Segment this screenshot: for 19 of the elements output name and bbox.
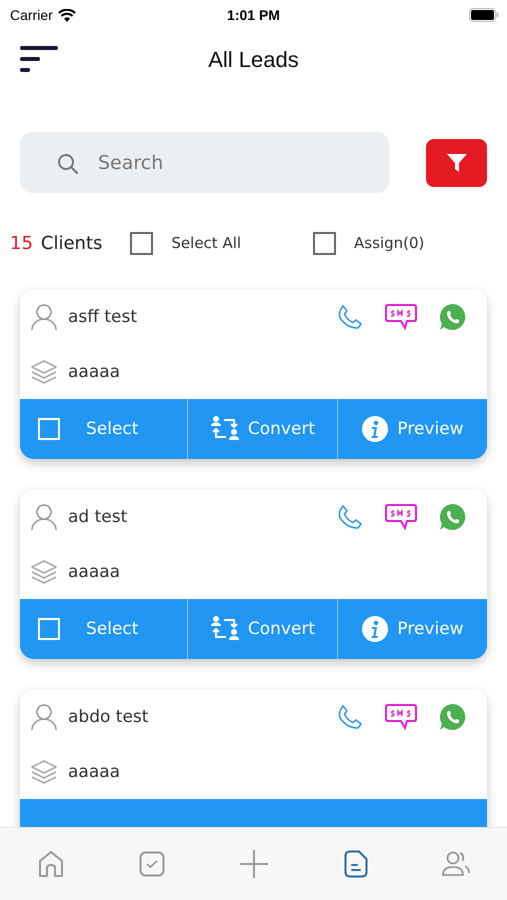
- lead-card[interactable]: ad test aaaaa Select Convert Preview: [20, 489, 487, 659]
- clients-label: Clients: [40, 232, 102, 254]
- lead-group: aaaaa: [68, 362, 120, 382]
- lead-card[interactable]: asff test aaaaa Select Convert Preview: [20, 289, 487, 459]
- preview-button[interactable]: Preview: [337, 399, 487, 459]
- lead-name: abdo test: [68, 706, 148, 726]
- lead-group: aaaaa: [68, 562, 120, 582]
- select-all-label[interactable]: Select All: [171, 234, 242, 252]
- page-title: All Leads: [208, 47, 299, 73]
- lead-card[interactable]: abdo test aaaaa: [20, 689, 487, 827]
- preview-button[interactable]: Preview: [337, 599, 487, 659]
- lead-group: aaaaa: [68, 762, 120, 782]
- search-field[interactable]: Search: [20, 132, 389, 193]
- lead-name: ad test: [68, 506, 128, 526]
- client-count: 15: [10, 232, 33, 254]
- assign-label[interactable]: Assign(0): [354, 234, 424, 252]
- carrier-name: Carrier: [10, 7, 53, 23]
- lead-name: asff test: [68, 306, 138, 326]
- clock-time: 1:01 PM: [227, 7, 280, 23]
